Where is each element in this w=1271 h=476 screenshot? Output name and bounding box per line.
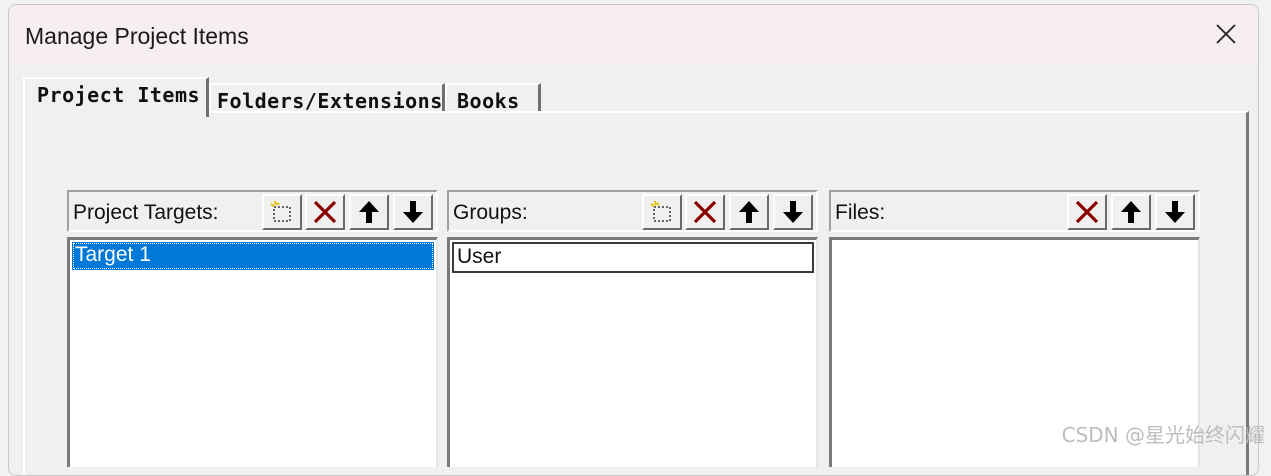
targets-label: Project Targets: — [73, 201, 219, 224]
list-item-target-1[interactable]: Target 1 — [72, 242, 434, 270]
move-file-down-button[interactable] — [1155, 194, 1195, 230]
groups-header: Groups: — [447, 190, 818, 232]
files-header: Files: — [829, 190, 1200, 232]
tab-label: Books — [457, 89, 520, 113]
title-bar: Manage Project Items — [9, 5, 1258, 66]
move-file-up-button[interactable] — [1111, 194, 1151, 230]
move-group-down-button[interactable] — [773, 194, 813, 230]
list-item-group-user[interactable]: User — [452, 242, 814, 273]
tab-label: Project Items — [37, 83, 201, 107]
move-down-icon — [783, 201, 803, 223]
move-group-up-button[interactable] — [729, 194, 769, 230]
move-up-icon — [1121, 201, 1141, 223]
move-up-icon — [359, 201, 379, 223]
targets-list[interactable]: Target 1 — [67, 237, 438, 467]
delete-target-button[interactable] — [305, 194, 345, 230]
list-item-label: User — [457, 245, 502, 268]
delete-group-button[interactable] — [685, 194, 725, 230]
watermark: CSDN @星光始终闪耀 — [1061, 423, 1265, 447]
groups-label: Groups: — [453, 201, 528, 224]
delete-icon — [313, 200, 337, 224]
new-icon — [650, 200, 671, 222]
close-icon — [1216, 24, 1236, 44]
close-button[interactable] — [1194, 5, 1258, 63]
delete-icon — [693, 200, 717, 224]
tab-project-items[interactable]: Project Items — [23, 77, 209, 117]
files-label: Files: — [835, 201, 886, 224]
new-group-button[interactable] — [642, 194, 682, 230]
targets-header: Project Targets: — [67, 190, 438, 232]
groups-list[interactable]: User — [447, 237, 818, 467]
new-target-button[interactable] — [262, 194, 302, 230]
move-down-icon — [403, 201, 423, 223]
move-target-down-button[interactable] — [393, 194, 433, 230]
delete-icon — [1075, 200, 1099, 224]
move-down-icon — [1165, 201, 1185, 223]
tab-label: Folders/Extensions — [217, 89, 443, 113]
delete-file-button[interactable] — [1067, 194, 1107, 230]
dialog-title: Manage Project Items — [25, 23, 249, 49]
move-target-up-button[interactable] — [349, 194, 389, 230]
manage-project-items-dialog: Manage Project Items Project Items Folde… — [8, 4, 1259, 476]
move-up-icon — [739, 201, 759, 223]
list-item-label: Target 1 — [75, 243, 151, 266]
new-icon — [270, 200, 291, 222]
